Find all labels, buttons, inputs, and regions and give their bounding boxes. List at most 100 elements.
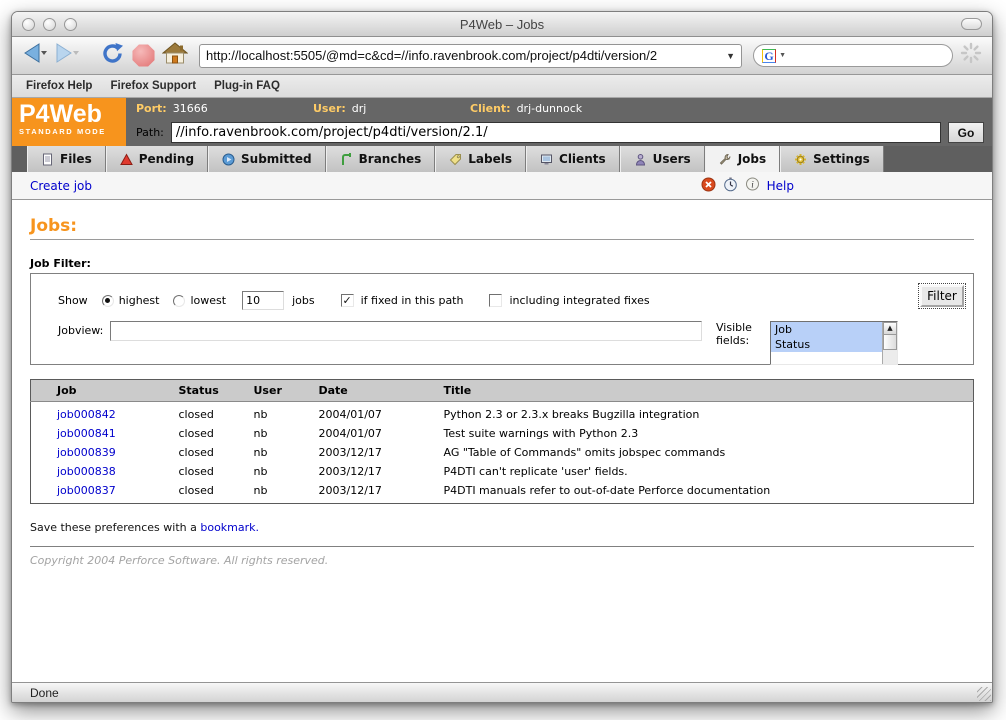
reload-icon (100, 41, 125, 71)
submitted-icon (222, 153, 235, 166)
path-input[interactable] (171, 122, 941, 143)
page-title: Jobs: (30, 216, 974, 236)
copyright-text: Copyright 2004 Perforce Software. All ri… (30, 554, 974, 567)
stop-sign-icon (132, 44, 155, 67)
table-row: job000841closednb2004/01/07Test suite wa… (31, 424, 974, 443)
fixed-in-path-label[interactable]: if fixed in this path (361, 294, 464, 307)
throbber-icon (960, 42, 982, 70)
stopwatch-icon[interactable] (723, 177, 738, 195)
settings-icon (794, 153, 807, 166)
column-header-date: Date (313, 380, 438, 402)
bookmarks-bar: Firefox Help Firefox Support Plug-in FAQ (12, 75, 992, 98)
visible-fields-label: Visible fields: (716, 321, 762, 347)
tab-branches[interactable]: Branches (326, 146, 436, 172)
search-box[interactable]: G ▼ (753, 44, 953, 67)
client-label: Client: (470, 102, 511, 115)
column-header-user: User (248, 380, 313, 402)
users-icon (634, 153, 647, 166)
listbox-scrollbar[interactable]: ▲ (882, 322, 897, 364)
integrated-fixes-checkbox[interactable] (489, 294, 502, 307)
table-header-row: JobStatusUserDateTitle (31, 380, 974, 402)
filter-button[interactable]: Filter (920, 285, 964, 307)
pending-icon (120, 153, 133, 166)
branches-icon (340, 153, 353, 166)
tab-submitted[interactable]: Submitted (208, 146, 326, 172)
stop-button[interactable] (132, 42, 155, 70)
table-row: job000837closednb2003/12/17P4DTI manuals… (31, 481, 974, 504)
scrollbar-thumb[interactable] (883, 335, 897, 350)
bookmark-firefox-support[interactable]: Firefox Support (110, 80, 196, 92)
forward-button[interactable] (55, 42, 81, 70)
listbox-option-status[interactable]: Status (771, 337, 882, 352)
job-link[interactable]: job000839 (57, 446, 116, 459)
go-button[interactable]: Go (948, 122, 984, 143)
search-input[interactable] (789, 49, 944, 63)
jobs-table: JobStatusUserDateTitle job000842closednb… (30, 379, 974, 504)
lowest-radio[interactable] (173, 295, 185, 307)
jobs-label: jobs (292, 294, 315, 307)
p4web-header: P4Web STANDARD MODE Port:31666 User:drj … (12, 98, 992, 146)
job-link[interactable]: job000838 (57, 465, 116, 478)
highest-radio[interactable] (102, 295, 114, 307)
job-count-input[interactable] (242, 291, 284, 310)
home-button[interactable] (162, 42, 188, 70)
port-label: Port: (136, 102, 167, 115)
clients-icon (540, 153, 553, 166)
listbox-option-job[interactable]: Job (771, 322, 882, 337)
client-value: drj-dunnock (517, 102, 583, 115)
help-link[interactable]: Help (767, 179, 794, 193)
tab-jobs[interactable]: Jobs (705, 146, 780, 172)
jobview-input[interactable] (110, 321, 702, 341)
show-label: Show (58, 294, 88, 307)
navigation-toolbar: ▼ G ▼ (12, 37, 992, 75)
port-value: 31666 (173, 102, 208, 115)
scroll-up-icon[interactable]: ▲ (883, 322, 897, 335)
bookmark-link[interactable]: bookmark. (200, 521, 259, 534)
create-job-link[interactable]: Create job (30, 179, 92, 193)
mode-label: STANDARD MODE (19, 127, 126, 136)
job-link[interactable]: job000841 (57, 427, 116, 440)
tab-labels[interactable]: Labels (435, 146, 526, 172)
integrated-fixes-label[interactable]: including integrated fixes (509, 294, 649, 307)
column-header-job: Job (31, 380, 173, 402)
back-button[interactable] (22, 42, 48, 70)
bookmark-plugin-faq[interactable]: Plug-in FAQ (214, 80, 280, 92)
page-content: Jobs: Job Filter: Show highest lowest jo… (12, 200, 992, 682)
column-header-title: Title (438, 380, 974, 402)
highest-label[interactable]: highest (119, 294, 160, 307)
back-icon (22, 42, 48, 69)
p4web-logo: P4Web STANDARD MODE (12, 98, 126, 146)
status-bar: Done (12, 682, 992, 702)
job-link[interactable]: job000842 (57, 408, 116, 421)
bookmark-firefox-help[interactable]: Firefox Help (26, 80, 92, 92)
url-dropdown-icon[interactable]: ▼ (726, 51, 735, 61)
title-bar: P4Web – Jobs (12, 12, 992, 37)
job-filter-label: Job Filter: (30, 257, 974, 270)
browser-window: P4Web – Jobs ▼ G ▼ Firefox Help Firefox … (11, 11, 993, 703)
reload-button[interactable] (100, 42, 125, 70)
window-title: P4Web – Jobs (12, 17, 992, 32)
visible-fields-listbox[interactable]: JobStatus ▲ (770, 321, 898, 365)
tab-clients[interactable]: Clients (526, 146, 620, 172)
info-icon[interactable]: i (745, 177, 760, 195)
resize-grip[interactable] (977, 687, 991, 701)
tab-settings[interactable]: Settings (780, 146, 884, 172)
url-bar[interactable]: ▼ (199, 44, 742, 68)
tab-pending[interactable]: Pending (106, 146, 208, 172)
url-input[interactable] (206, 48, 722, 63)
status-text: Done (30, 686, 59, 700)
google-logo-icon: G (762, 49, 776, 63)
home-icon (162, 41, 188, 70)
lowest-label[interactable]: lowest (190, 294, 226, 307)
toolbar-toggle-button[interactable] (961, 18, 982, 30)
search-engine-dropdown-icon[interactable]: ▼ (779, 52, 786, 59)
job-link[interactable]: job000837 (57, 484, 116, 497)
heading-rule (30, 239, 974, 240)
footer-rule (30, 546, 974, 548)
jobview-label: Jobview: (58, 321, 110, 337)
stop-refresh-icon[interactable] (701, 177, 716, 195)
fixed-in-path-checkbox[interactable]: ✓ (341, 294, 354, 307)
tab-users[interactable]: Users (620, 146, 705, 172)
tab-files[interactable]: Files (27, 146, 106, 172)
user-label: User: (313, 102, 346, 115)
